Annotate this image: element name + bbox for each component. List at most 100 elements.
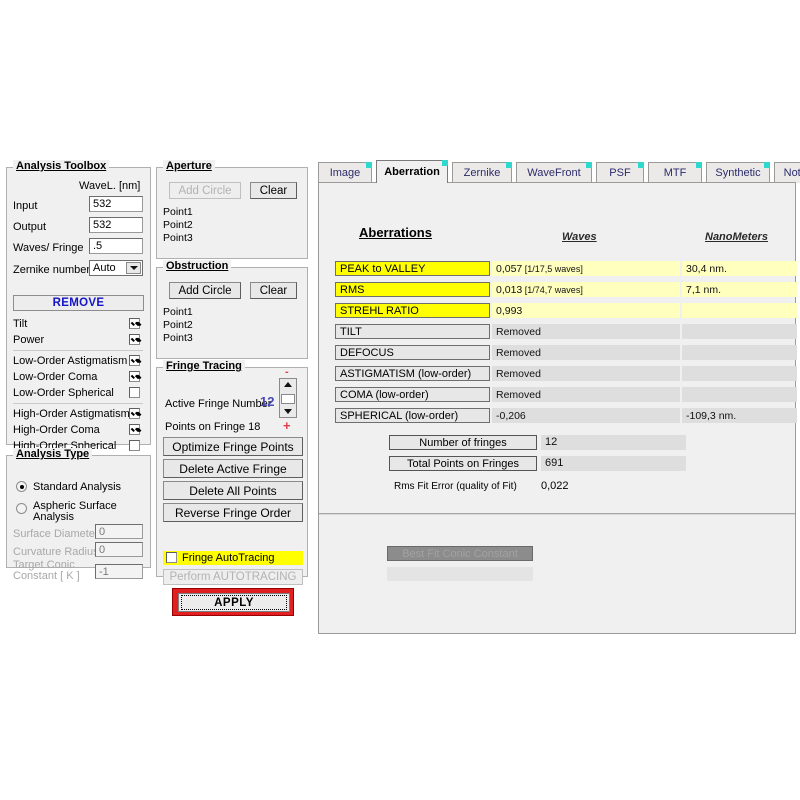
best-fit-conic-constant-button[interactable]: Best Fit Conic Constant bbox=[387, 546, 533, 561]
output-label: Output bbox=[13, 221, 46, 233]
checkbox-low-order-spherical[interactable] bbox=[129, 387, 140, 398]
obstruction-add-circle-button[interactable]: Add Circle bbox=[169, 282, 241, 299]
checkbox-low-order-coma[interactable] bbox=[129, 371, 140, 382]
summary-label-1: Total Points on Fringes bbox=[389, 456, 537, 471]
obstruction-clear-button[interactable]: Clear bbox=[250, 282, 297, 299]
tab-accent-icon bbox=[764, 162, 770, 168]
spinner-value-box[interactable] bbox=[281, 394, 295, 404]
analysis-type-panel: Analysis Type Standard Analysis Aspheric… bbox=[6, 455, 151, 568]
input-label: Input bbox=[13, 200, 37, 212]
obstruction-point-1[interactable]: Point1 bbox=[163, 306, 193, 318]
curvature-radius-field[interactable]: 0 bbox=[95, 542, 143, 557]
aberration-waves-7: -0,206 bbox=[492, 408, 680, 423]
analysis-toolbox-title: Analysis Toolbox bbox=[13, 160, 109, 172]
remove-button[interactable]: REMOVE bbox=[13, 295, 144, 311]
tab-accent-icon bbox=[586, 162, 592, 168]
aperture-clear-button[interactable]: Clear bbox=[250, 182, 297, 199]
target-conic-label-line2: Constant [ K ] bbox=[13, 570, 80, 582]
pane-divider bbox=[319, 513, 795, 515]
checkbox-high-order-coma[interactable] bbox=[129, 424, 140, 435]
surface-diameter-field[interactable]: 0 bbox=[95, 524, 143, 539]
spinner-down-icon[interactable] bbox=[284, 409, 292, 414]
spinner-plus-icon[interactable]: + bbox=[283, 418, 291, 433]
apply-button-frame: APPLY bbox=[172, 588, 294, 616]
obstruction-title: Obstruction bbox=[163, 260, 231, 272]
checkbox-label-4: Low-Order Spherical bbox=[13, 387, 114, 399]
aberration-waves-0: 0,057 [1/17,5 waves] bbox=[492, 261, 680, 276]
aberration-waves-1: 0,013 [1/74,7 waves] bbox=[492, 282, 680, 297]
checkbox-high-order-spherical[interactable] bbox=[129, 440, 140, 451]
checkbox-power[interactable] bbox=[129, 334, 140, 345]
tab-synthetic[interactable]: Synthetic bbox=[706, 162, 770, 183]
obstruction-panel: Obstruction Add Circle Clear Point1Point… bbox=[156, 267, 308, 359]
aberration-waves-value: Removed bbox=[496, 347, 541, 359]
aberration-waves-value: Removed bbox=[496, 389, 541, 401]
checkbox-label-3: Low-Order Coma bbox=[13, 371, 97, 383]
tab-mtf[interactable]: MTF bbox=[648, 162, 702, 183]
perform-autotracing-button[interactable]: Perform AUTOTRACING bbox=[163, 569, 303, 585]
aperture-point-2[interactable]: Point2 bbox=[163, 219, 193, 231]
apply-button[interactable]: APPLY bbox=[178, 593, 290, 612]
fringe-autotracing-checkbox[interactable] bbox=[166, 552, 177, 563]
divider bbox=[13, 403, 143, 404]
zernike-number-select[interactable]: Auto bbox=[89, 260, 143, 276]
active-fringe-spinner[interactable] bbox=[279, 378, 297, 418]
aberrations-heading: Aberrations bbox=[359, 225, 432, 240]
obstruction-point-3[interactable]: Point3 bbox=[163, 332, 193, 344]
input-wavelength-field[interactable]: 532 bbox=[89, 196, 143, 212]
checkbox-low-order-astigmatism[interactable] bbox=[129, 355, 140, 366]
output-wavelength-field[interactable]: 532 bbox=[89, 217, 143, 233]
aberration-name-4: DEFOCUS bbox=[335, 345, 490, 360]
fringe-button-delete-all-points[interactable]: Delete All Points bbox=[163, 481, 303, 500]
standard-analysis-label: Standard Analysis bbox=[33, 481, 121, 493]
radio-aspheric-analysis[interactable] bbox=[16, 503, 27, 514]
target-conic-constant-field[interactable]: -1 bbox=[95, 564, 143, 579]
aberration-waves-5: Removed bbox=[492, 366, 680, 381]
checkbox-high-order-astigmatism[interactable] bbox=[129, 408, 140, 419]
radio-standard-analysis[interactable] bbox=[16, 481, 27, 492]
aberration-waves-value: Removed bbox=[496, 326, 541, 338]
apply-button-label: APPLY bbox=[181, 595, 287, 610]
tab-aberration[interactable]: Aberration bbox=[376, 160, 448, 183]
application-window: Analysis Toolbox WaveL. [nm] Input 532 O… bbox=[0, 155, 800, 637]
fringe-button-reverse-fringe-order[interactable]: Reverse Fringe Order bbox=[163, 503, 303, 522]
tab-notes[interactable]: Notes bbox=[774, 162, 800, 183]
aberration-name-3: TILT bbox=[335, 324, 490, 339]
spinner-minus-icon[interactable]: - bbox=[285, 366, 289, 378]
aberration-waves-value: Removed bbox=[496, 368, 541, 380]
aperture-point-3[interactable]: Point3 bbox=[163, 232, 193, 244]
tab-image[interactable]: Image bbox=[318, 162, 372, 183]
summary-value-1: 691 bbox=[541, 456, 686, 471]
tab-accent-icon bbox=[638, 162, 644, 168]
aberration-waves-6: Removed bbox=[492, 387, 680, 402]
aberration-waves-value: 0,993 bbox=[496, 305, 522, 317]
fringe-button-optimize-fringe-points[interactable]: Optimize Fringe Points bbox=[163, 437, 303, 456]
checkbox-tilt[interactable] bbox=[129, 318, 140, 329]
tab-zernike[interactable]: Zernike bbox=[452, 162, 512, 183]
aperture-add-circle-button[interactable]: Add Circle bbox=[169, 182, 241, 199]
tab-label: WaveFront bbox=[527, 167, 580, 179]
aberration-waves-paren: [1/17,5 waves] bbox=[522, 264, 583, 274]
nanometers-column-header: NanoMeters bbox=[705, 231, 768, 243]
curvature-radius-label: Curvature Radius bbox=[13, 546, 99, 558]
fringe-tracing-title: Fringe Tracing bbox=[163, 360, 245, 372]
chevron-down-icon[interactable] bbox=[126, 262, 141, 274]
active-fringe-number-label: Active Fringe Number bbox=[165, 398, 271, 410]
spinner-up-icon[interactable] bbox=[284, 382, 292, 387]
tab-label: MTF bbox=[664, 167, 687, 179]
analysis-type-title: Analysis Type bbox=[13, 448, 92, 460]
tab-psf[interactable]: PSF bbox=[596, 162, 644, 183]
aspheric-analysis-label-line2: Analysis bbox=[33, 511, 74, 523]
aperture-point-1[interactable]: Point1 bbox=[163, 206, 193, 218]
checkbox-label-6: High-Order Coma bbox=[13, 424, 100, 436]
fringe-button-delete-active-fringe[interactable]: Delete Active Fringe bbox=[163, 459, 303, 478]
active-fringe-number-value: 12 bbox=[260, 394, 274, 409]
aberration-nm-7: -109,3 nm. bbox=[682, 408, 797, 423]
aberration-waves-value: 0,013 bbox=[496, 284, 522, 296]
tab-wavefront[interactable]: WaveFront bbox=[516, 162, 592, 183]
aberration-name-6: COMA (low-order) bbox=[335, 387, 490, 402]
tab-accent-icon bbox=[506, 162, 512, 168]
waves-column-header: Waves bbox=[562, 231, 597, 243]
obstruction-point-2[interactable]: Point2 bbox=[163, 319, 193, 331]
waves-per-fringe-field[interactable]: .5 bbox=[89, 238, 143, 254]
